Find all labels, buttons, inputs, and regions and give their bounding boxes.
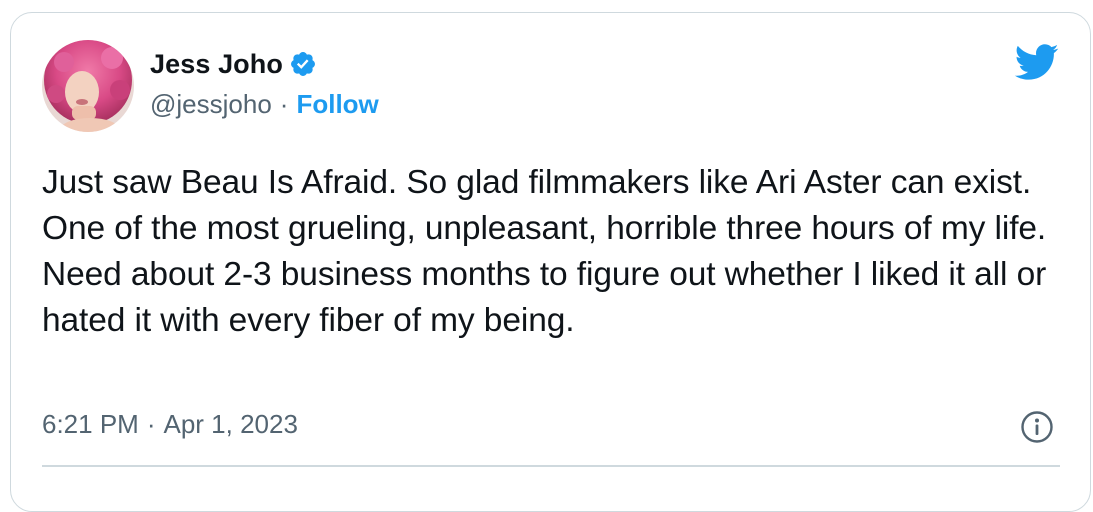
tweet-date: Apr 1, 2023: [163, 409, 298, 439]
timestamp-separator: ·: [146, 409, 156, 439]
verified-badge-icon: [289, 50, 317, 78]
author-name[interactable]: Jess Joho: [150, 49, 283, 80]
separator-dot: ·: [279, 88, 289, 119]
tweet-timestamp[interactable]: 6:21 PM · Apr 1, 2023: [42, 409, 298, 440]
info-icon[interactable]: [1020, 410, 1054, 444]
follow-button[interactable]: Follow: [296, 89, 378, 120]
divider: [42, 465, 1060, 467]
tweet-text: Just saw Beau Is Afraid. So glad filmmak…: [42, 164, 1047, 339]
tweet-time: 6:21 PM: [42, 409, 139, 439]
avatar-image: [42, 40, 134, 132]
twitter-bird-icon[interactable]: [1013, 42, 1059, 82]
avatar[interactable]: [42, 40, 134, 132]
tweet-author: Jess Joho @jessjoho · Follow: [150, 46, 379, 124]
author-handle[interactable]: @jessjoho: [150, 89, 272, 120]
